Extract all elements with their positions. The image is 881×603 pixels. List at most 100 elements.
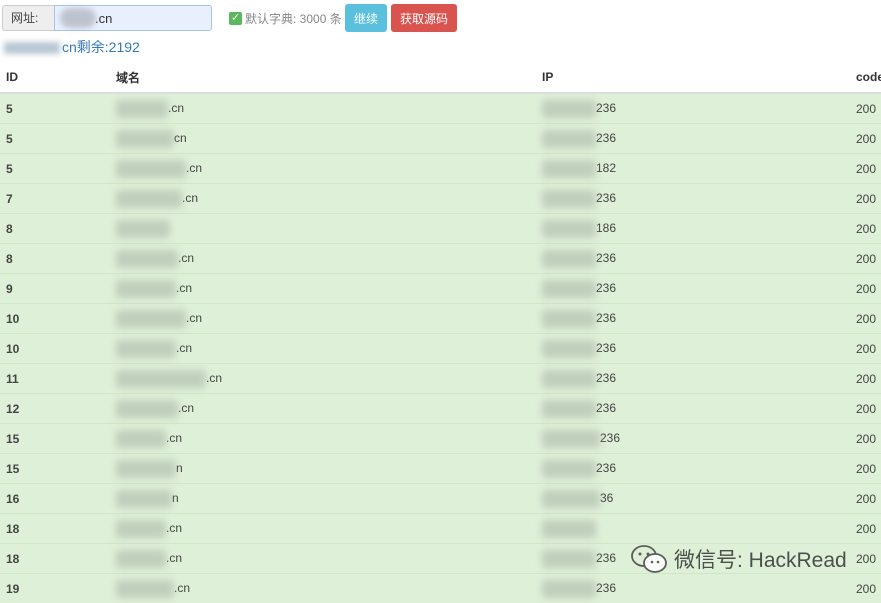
watermark-text: 微信号: HackRead [674, 544, 847, 574]
row-domain-text: .cn [176, 281, 192, 295]
get-source-button[interactable]: 获取源码 [391, 4, 457, 32]
row-id: 8 [0, 244, 110, 274]
row-ip: 236 [536, 244, 850, 274]
row-id: 8 [0, 214, 110, 244]
table-row: 18.cn200 [0, 514, 881, 544]
row-domain: n [110, 484, 536, 514]
row-domain-text: .cn [186, 311, 202, 325]
table-row: 10.cn236200 [0, 304, 881, 334]
table-header-row: ID 域名 IP code [0, 62, 881, 93]
row-ip: 236 [536, 454, 850, 484]
row-ip: 236 [536, 124, 850, 154]
row-code: 200 [850, 544, 881, 574]
row-id: 5 [0, 124, 110, 154]
row-ip-text: 236 [596, 461, 616, 475]
remaining-text: cn剩余:2192 [62, 39, 140, 55]
row-domain: .cn [110, 274, 536, 304]
row-ip: 236 [536, 424, 850, 454]
row-code: 200 [850, 184, 881, 214]
row-code: 200 [850, 154, 881, 184]
row-domain-text: .cn [166, 551, 182, 565]
row-code: 200 [850, 394, 881, 424]
row-ip-text: 36 [600, 491, 613, 505]
row-code: 200 [850, 484, 881, 514]
row-domain-text: .cn [166, 521, 182, 535]
row-domain-text: .cn [166, 431, 182, 445]
row-ip-text: 236 [596, 341, 616, 355]
row-ip-text: 236 [596, 281, 616, 295]
ip-redaction [542, 250, 596, 268]
row-domain: .cn [110, 93, 536, 124]
table-row: 7.cn236200 [0, 184, 881, 214]
row-ip-text: 236 [596, 371, 616, 385]
ip-redaction [542, 100, 596, 118]
row-ip-text: 236 [596, 191, 616, 205]
ip-redaction [542, 520, 596, 538]
row-code: 200 [850, 514, 881, 544]
domain-redaction [116, 400, 178, 418]
row-code: 200 [850, 454, 881, 484]
domain-redaction [116, 550, 166, 568]
ip-redaction [542, 310, 596, 328]
domain-redaction [116, 430, 166, 448]
row-domain: n [110, 454, 536, 484]
row-domain: .cn [110, 424, 536, 454]
ip-redaction [542, 460, 596, 478]
default-dict-checkbox[interactable]: ✓ [229, 12, 242, 25]
row-ip [536, 514, 850, 544]
row-id: 10 [0, 304, 110, 334]
row-domain: .cn [110, 334, 536, 364]
domain-redaction [116, 160, 186, 178]
table-row: 12.cn236200 [0, 394, 881, 424]
url-label: 网址: [2, 5, 54, 31]
row-domain: .cn [110, 184, 536, 214]
row-ip-text: 236 [596, 101, 616, 115]
row-domain-text: .cn [182, 191, 198, 205]
row-ip-text: 186 [596, 221, 616, 235]
row-domain: .cn [110, 394, 536, 424]
domain-redaction [116, 130, 174, 148]
row-domain: cn [110, 124, 536, 154]
row-code: 200 [850, 274, 881, 304]
row-ip-text: 236 [596, 251, 616, 265]
header-domain: 域名 [110, 62, 536, 93]
table-row: 5.cn236200 [0, 93, 881, 124]
table-row: 9 .cn 236 200 [0, 274, 881, 304]
row-domain-text: .cn [178, 401, 194, 415]
ip-redaction [542, 220, 596, 238]
table-row: 19.cn236200 [0, 574, 881, 603]
domain-redaction [116, 460, 176, 478]
domain-redaction [116, 580, 174, 598]
row-ip: 236 [536, 574, 850, 603]
row-domain-text: .cn [178, 251, 194, 265]
table-row: 10.cn236200 [0, 334, 881, 364]
row-code: 200 [850, 304, 881, 334]
row-ip-text: 236 [596, 401, 616, 415]
ip-redaction [542, 580, 596, 598]
ip-redaction [542, 130, 596, 148]
continue-button[interactable]: 继续 [345, 4, 387, 32]
domain-redaction [116, 190, 182, 208]
header-code: code [850, 62, 881, 93]
row-domain-text: .cn [168, 101, 184, 115]
row-code: 200 [850, 93, 881, 124]
row-id: 18 [0, 544, 110, 574]
domain-redaction [116, 340, 176, 358]
watermark: 微信号: HackRead [630, 542, 847, 576]
ip-redaction [542, 370, 596, 388]
table-row: 15n236200 [0, 454, 881, 484]
row-ip: 236 [536, 364, 850, 394]
remaining-count: cn剩余:2192 [4, 38, 140, 56]
row-ip: 236 [536, 334, 850, 364]
domain-redaction [116, 370, 206, 388]
ip-redaction [542, 340, 596, 358]
row-id: 9 [0, 274, 110, 304]
domain-redaction [116, 100, 168, 118]
domain-redaction [116, 220, 170, 238]
row-code: 200 [850, 334, 881, 364]
row-domain-text: .cn [174, 581, 190, 595]
row-domain-text: .cn [176, 341, 192, 355]
row-domain: .cn [110, 364, 536, 394]
row-ip: 236 [536, 394, 850, 424]
row-code: 200 [850, 364, 881, 394]
